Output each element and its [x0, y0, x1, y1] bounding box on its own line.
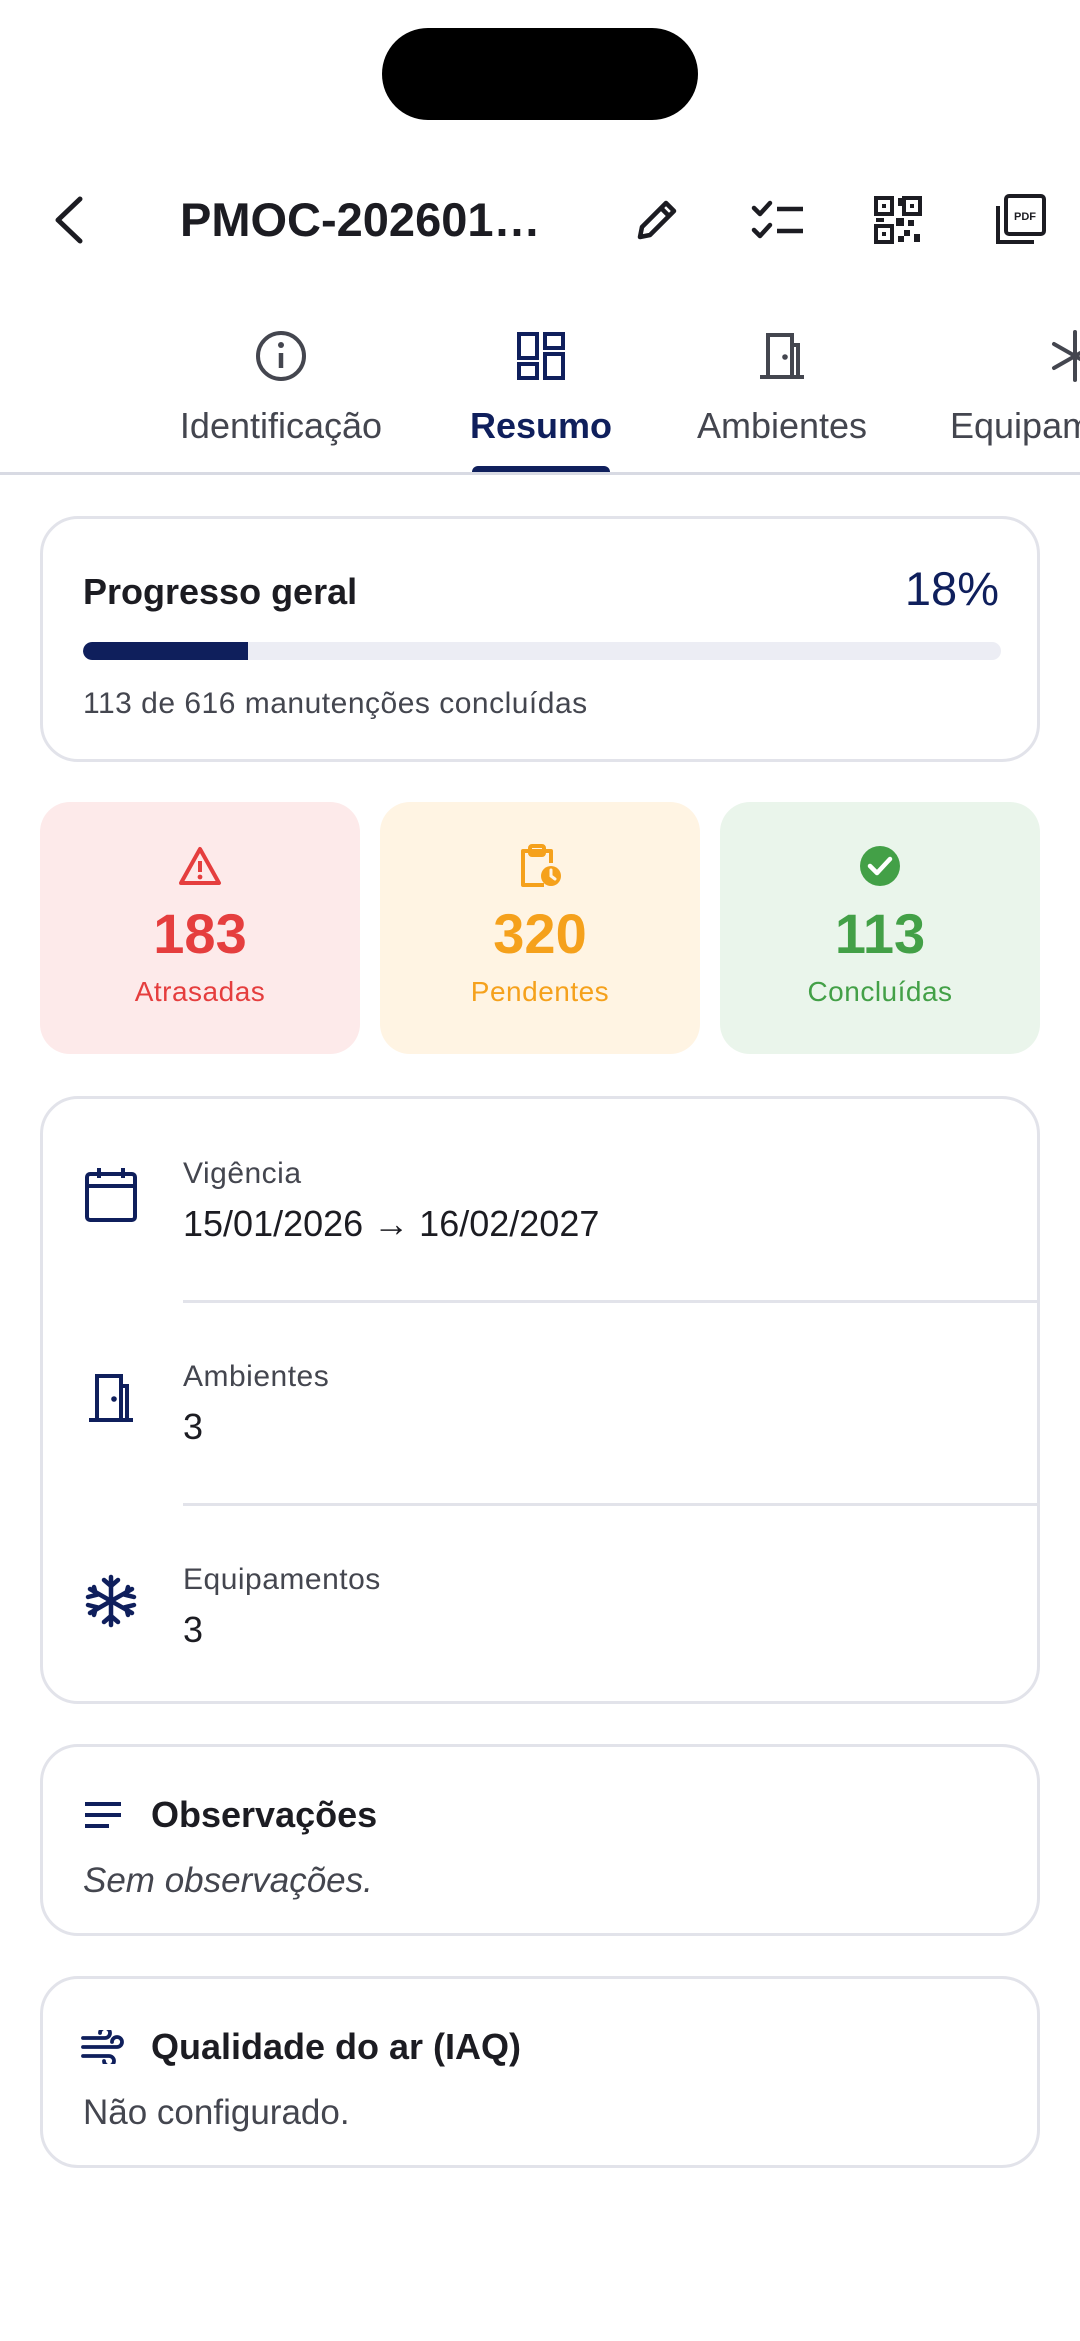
svg-text:PDF: PDF: [1014, 211, 1036, 223]
info-icon: [256, 331, 306, 381]
info-value: 15/01/2026 → 16/02/2027: [183, 1203, 600, 1244]
back-button[interactable]: [20, 170, 120, 270]
info-row-validity: Vigência 15/01/2026 → 16/02/2027: [43, 1099, 1043, 1301]
check-circle-icon: [860, 846, 900, 886]
progress-card: Progresso geral 18% 113 de 616 manutençõ…: [40, 516, 1040, 762]
qr-code-button[interactable]: [848, 170, 948, 270]
qr-code-icon: [874, 196, 922, 244]
dashboard-icon: [517, 332, 565, 380]
pdf-icon: PDF: [996, 194, 1046, 244]
calendar-icon: [85, 1168, 137, 1222]
details-card: Vigência 15/01/2026 → 16/02/2027 Ambient…: [40, 1096, 1040, 1704]
stat-value: 320: [493, 902, 587, 965]
progress-bar: [83, 642, 1001, 660]
edit-button[interactable]: [607, 170, 707, 270]
tab-active-indicator: [472, 466, 610, 472]
observations-title: Observações: [151, 1794, 378, 1835]
checklist-button[interactable]: [728, 170, 828, 270]
progress-title: Progresso geral: [83, 571, 358, 612]
warning-icon: [179, 847, 221, 885]
progress-subtitle: 113 de 616 manutenções concluídas: [83, 687, 588, 720]
air-quality-card: Qualidade do ar (IAQ) Não configurado.: [40, 1976, 1040, 2168]
observations-card: Observações Sem observações.: [40, 1744, 1040, 1936]
tab-label: Identificação: [179, 405, 383, 446]
info-value: 3: [183, 1406, 204, 1447]
stat-value: 113: [834, 902, 926, 965]
stat-label: Pendentes: [470, 976, 610, 1007]
pdf-button[interactable]: PDF: [970, 170, 1070, 270]
app-bar: PMOC-202601… PDF: [0, 170, 1080, 270]
tab-label: Equipam: [950, 405, 1080, 446]
air-quality-body: Não configurado.: [83, 2093, 350, 2132]
stat-overdue[interactable]: 183 Atrasadas: [40, 802, 360, 1054]
progress-percent: 18%: [904, 562, 999, 615]
page-title: PMOC-202601…: [180, 193, 541, 246]
info-label: Ambientes: [183, 1360, 330, 1393]
info-label: Vigência: [183, 1157, 302, 1190]
info-row-environments: Ambientes 3: [43, 1302, 1043, 1504]
tab-identificacao[interactable]: Identificação: [166, 315, 396, 472]
stat-label: Concluídas: [807, 976, 953, 1007]
tab-bar: Identificação Resumo Ambientes Equipam: [0, 315, 1080, 475]
back-arrow-icon: [55, 196, 83, 244]
tab-label: Ambientes: [696, 405, 868, 446]
checklist-icon: [751, 200, 803, 239]
door-icon: [760, 333, 804, 379]
tab-equipamentos[interactable]: Equipam: [950, 315, 1080, 472]
wind-icon: [81, 2030, 124, 2064]
door-icon: [89, 1374, 133, 1422]
snowflake-icon: [85, 1574, 137, 1628]
stat-label: Atrasadas: [134, 976, 266, 1007]
observations-body: Sem observações.: [83, 1861, 373, 1900]
notes-icon: [85, 1802, 121, 1828]
air-quality-title: Qualidade do ar (IAQ): [151, 2026, 522, 2067]
stat-value: 183: [153, 902, 247, 965]
info-value: 3: [183, 1609, 204, 1650]
stat-pending[interactable]: 320 Pendentes: [380, 802, 700, 1054]
tab-resumo[interactable]: Resumo: [462, 315, 620, 472]
progress-bar-fill: [83, 642, 249, 660]
tab-label: Resumo: [469, 405, 613, 446]
pencil-icon: [637, 200, 677, 240]
info-label: Equipamentos: [183, 1563, 381, 1596]
snowflake-icon: [1052, 330, 1080, 382]
camera-cutout: [382, 28, 698, 120]
pmoc-summary-screen: PMOC-202601… PDF Identificação Resumo Am…: [0, 0, 1080, 2341]
info-row-equipment: Equipamentos 3: [43, 1505, 1043, 1707]
tab-ambientes[interactable]: Ambientes: [680, 315, 884, 472]
stat-completed[interactable]: 113 Concluídas: [720, 802, 1040, 1054]
clipboard-clock-icon: [521, 844, 561, 887]
